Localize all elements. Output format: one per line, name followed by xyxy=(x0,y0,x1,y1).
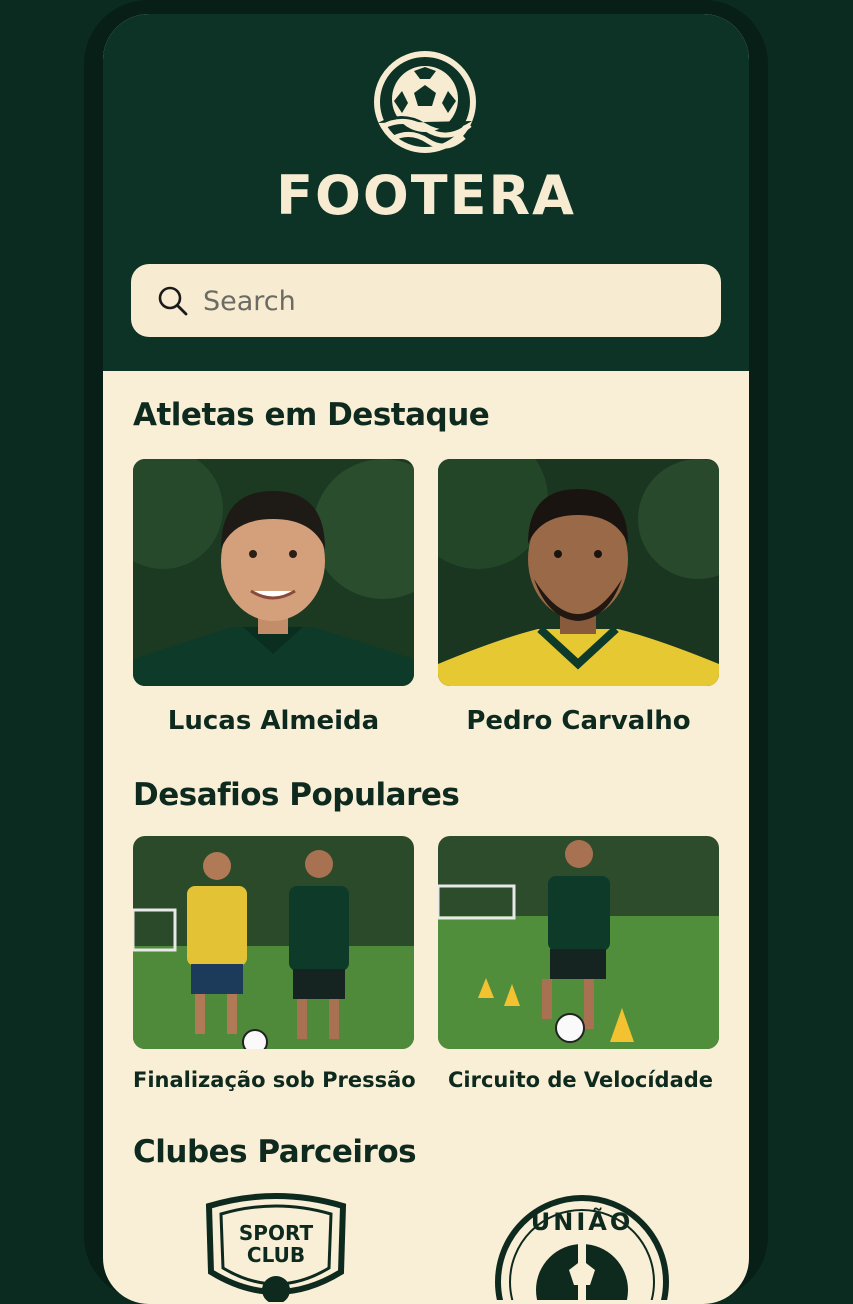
search-input[interactable] xyxy=(201,280,705,322)
app-brand-title: FOOTERA xyxy=(276,164,576,227)
challenge-name-velocidade[interactable]: Circuito de Velocídade xyxy=(448,1068,748,1092)
challenge-photo xyxy=(438,836,719,1049)
badge-text-sport: SPORT xyxy=(239,1221,314,1245)
round-badge-icon[interactable]: UNIÃO xyxy=(491,1190,673,1300)
search-bar[interactable] xyxy=(131,264,721,337)
featured-athletes-title: Atletas em Destaque xyxy=(133,397,490,433)
phone-screen: FOOTERA Atletas em Destaque Lucas Almeid… xyxy=(103,14,749,1304)
athlete-photo xyxy=(133,459,414,686)
challenge-card-velocidade[interactable] xyxy=(438,836,719,1049)
popular-challenges-title: Desafios Populares xyxy=(133,777,460,813)
athlete-name-lucas[interactable]: Lucas Almeida xyxy=(133,706,414,736)
soccer-ball-logo-icon xyxy=(374,51,476,153)
challenge-name-finalizacao[interactable]: Finalização sob Pressão xyxy=(133,1068,433,1092)
athlete-name-pedro[interactable]: Pedro Carvalho xyxy=(438,706,719,736)
challenge-card-finalizacao[interactable] xyxy=(133,836,414,1049)
shield-badge-icon[interactable]: SPORT CLUB xyxy=(201,1192,351,1302)
athlete-card-lucas[interactable] xyxy=(133,459,414,686)
challenge-photo xyxy=(133,836,414,1049)
badge-text-uniao: UNIÃO xyxy=(531,1207,633,1236)
badge-text-club: CLUB xyxy=(247,1243,305,1267)
app-header: FOOTERA xyxy=(103,14,749,371)
partner-clubs-title: Clubes Parceiros xyxy=(133,1134,417,1170)
search-icon xyxy=(158,286,188,316)
athlete-photo xyxy=(438,459,719,686)
athlete-card-pedro[interactable] xyxy=(438,459,719,686)
